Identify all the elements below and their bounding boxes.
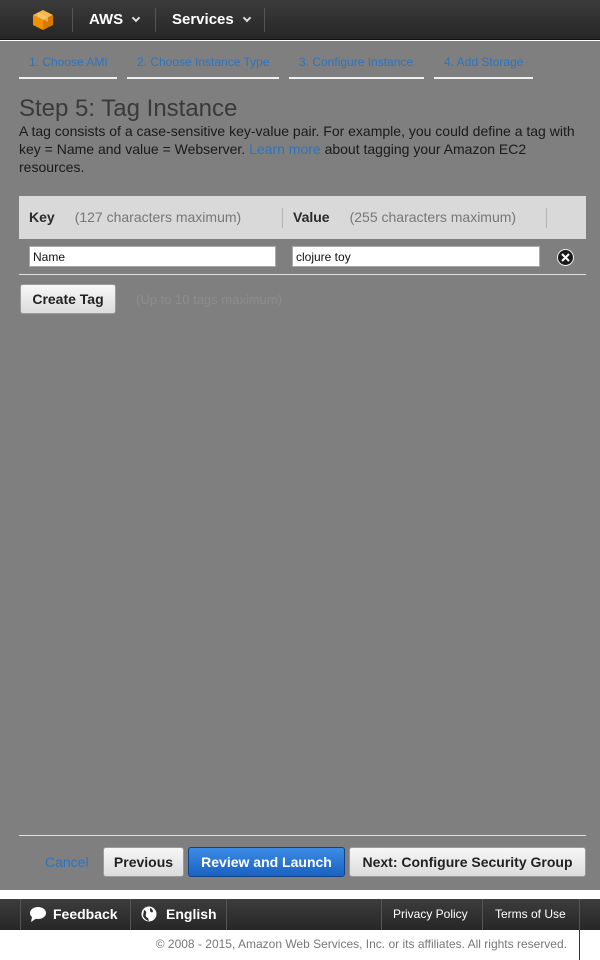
privacy-policy-link[interactable]: Privacy Policy — [393, 899, 468, 930]
copyright-text: © 2008 - 2015, Amazon Web Services, Inc.… — [155, 937, 567, 951]
terms-of-use-link[interactable]: Terms of Use — [495, 899, 566, 930]
step-choose-instance-type[interactable]: 2. Choose Instance Type — [127, 55, 279, 79]
step-add-storage[interactable]: 4. Add Storage — [434, 55, 533, 79]
services-menu[interactable]: Services — [172, 0, 251, 40]
tag-value-input[interactable] — [292, 246, 540, 267]
account-menu[interactable]: AWS — [89, 0, 141, 40]
remove-tag-icon[interactable] — [557, 249, 574, 266]
page-title: Step 5: Tag Instance — [19, 95, 238, 122]
value-header-note: (255 characters maximum) — [349, 209, 517, 225]
review-and-launch-button[interactable]: Review and Launch — [188, 847, 345, 877]
learn-more-link[interactable]: Learn more — [249, 141, 321, 157]
step-choose-ami[interactable]: 1. Choose AMI — [19, 55, 117, 79]
bar-separator — [381, 899, 382, 930]
wizard-main-area: 1. Choose AMI 2. Choose Instance Type 3.… — [0, 41, 600, 890]
tag-limit-note: (Up to 10 tags maximum) — [136, 292, 282, 307]
bottom-bar: Feedback English Privacy Policy Terms of… — [0, 899, 600, 930]
previous-button[interactable]: Previous — [103, 847, 184, 877]
tags-table-header: Key (127 characters maximum) Value (255 ch… — [19, 196, 586, 239]
nav-separator — [264, 8, 265, 32]
cancel-link[interactable]: Cancel — [45, 854, 89, 870]
feedback-button[interactable]: Feedback — [29, 899, 118, 930]
table-row — [19, 239, 586, 275]
tag-key-input[interactable] — [29, 246, 276, 267]
step-configure-instance[interactable]: 3. Configure Instance — [289, 55, 424, 79]
account-label: AWS — [89, 11, 124, 28]
footer-edge-line — [579, 930, 580, 960]
key-column-header: Key (127 characters maximum) — [29, 196, 241, 239]
top-navigation-bar: AWS Services — [0, 0, 600, 40]
create-tag-button[interactable]: Create Tag — [20, 284, 116, 314]
bar-separator — [579, 899, 580, 930]
next-configure-security-group-button[interactable]: Next: Configure Security Group — [349, 847, 586, 877]
bar-separator — [226, 899, 227, 930]
feedback-label: Feedback — [53, 906, 118, 922]
chevron-down-icon — [242, 13, 251, 23]
value-column-header: Value (255 characters maximum) — [293, 196, 516, 239]
nav-separator — [155, 8, 156, 32]
bar-separator — [130, 899, 131, 930]
key-header-label: Key — [29, 209, 55, 225]
value-header-label: Value — [293, 209, 330, 225]
language-selector[interactable]: English — [141, 899, 217, 930]
nav-separator — [72, 8, 73, 32]
footer-divider — [19, 835, 586, 836]
header-divider — [282, 208, 283, 228]
services-label: Services — [172, 11, 234, 28]
language-label: English — [166, 906, 217, 922]
speech-bubble-icon — [30, 907, 46, 922]
bar-separator — [20, 899, 21, 930]
globe-icon — [141, 906, 157, 922]
page-description: A tag consists of a case-sensitive key-v… — [19, 122, 589, 176]
key-header-note: (127 characters maximum) — [74, 209, 242, 225]
chevron-down-icon — [131, 13, 141, 23]
header-divider — [546, 208, 547, 228]
aws-cube-icon[interactable] — [32, 9, 54, 31]
bar-separator — [482, 899, 483, 930]
